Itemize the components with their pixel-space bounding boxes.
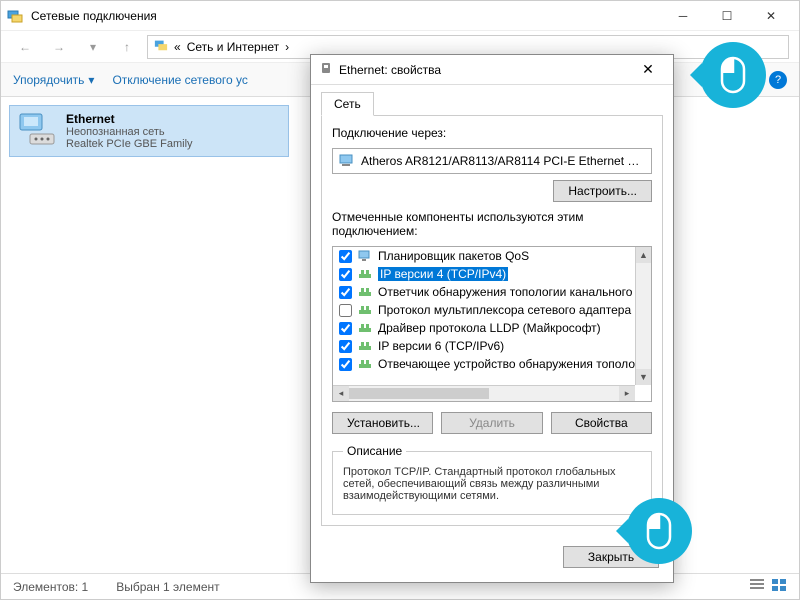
tab-network[interactable]: Сеть	[321, 92, 374, 116]
nav-back-button[interactable]: ←	[11, 35, 39, 59]
nic-adapter: Realtek PCIe GBE Family	[66, 138, 193, 150]
view-large-icon[interactable]	[771, 578, 787, 595]
component-label: Драйвер протокола LLDP (Майкрософт)	[378, 321, 601, 335]
breadcrumb-prefix: «	[174, 40, 181, 54]
nav-up-button[interactable]: ↑	[113, 35, 141, 59]
description-legend: Описание	[343, 444, 406, 458]
tab-strip: Сеть	[311, 85, 673, 115]
component-row[interactable]: IP версии 6 (TCP/IPv6)	[333, 337, 635, 355]
nav-forward-button[interactable]: →	[45, 35, 73, 59]
adapter-name: Atheros AR8121/AR8113/AR8114 PCI-E Ether…	[361, 154, 645, 168]
component-row[interactable]: IP версии 4 (TCP/IPv4)	[333, 265, 635, 283]
ethernet-properties-dialog: Ethernet: свойства ✕ Сеть Подключение че…	[310, 54, 674, 583]
ethernet-icon	[319, 61, 333, 78]
window-title: Сетевые подключения	[31, 9, 661, 23]
location-icon	[154, 38, 168, 55]
component-checkbox[interactable]	[339, 358, 352, 371]
component-row[interactable]: Планировщик пакетов QoS	[333, 247, 635, 265]
nav-history-button[interactable]: ▾	[79, 35, 107, 59]
component-label: Планировщик пакетов QoS	[378, 249, 529, 263]
component-checkbox[interactable]	[339, 340, 352, 353]
component-row[interactable]: Драйвер протокола LLDP (Майкрософт)	[333, 319, 635, 337]
nic-name: Ethernet	[66, 112, 193, 126]
hint-click-close-button	[626, 498, 692, 564]
protocol-icon	[358, 340, 372, 352]
component-label: IP версии 4 (TCP/IPv4)	[378, 267, 508, 281]
properties-button[interactable]: Свойства	[551, 412, 652, 434]
nic-status: Неопознанная сеть	[66, 126, 193, 138]
view-details-icon[interactable]	[749, 578, 765, 595]
titlebar: Сетевые подключения ─ ☐ ✕	[1, 1, 799, 31]
component-checkbox[interactable]	[339, 268, 352, 281]
scroll-left-icon[interactable]: ◂	[333, 386, 349, 401]
network-connections-icon	[7, 8, 23, 24]
protocol-icon	[358, 286, 372, 298]
organize-menu[interactable]: Упорядочить ▾	[13, 73, 94, 87]
nic-text: Ethernet Неопознанная сеть Realtek PCIe …	[66, 112, 193, 150]
protocol-icon	[358, 268, 372, 280]
components-label: Отмеченные компоненты используются этим …	[332, 210, 652, 238]
scroll-down-icon[interactable]: ▼	[636, 369, 651, 385]
component-checkbox[interactable]	[339, 250, 352, 263]
breadcrumb-sep: ›	[285, 40, 289, 54]
status-selected: Выбран 1 элемент	[116, 580, 219, 594]
horizontal-scrollbar[interactable]: ◂ ▸	[333, 385, 635, 401]
tab-pane-network: Подключение через: Atheros AR8121/AR8113…	[321, 115, 663, 526]
close-button[interactable]: ✕	[749, 2, 793, 30]
hint-click-close	[700, 42, 766, 108]
monitor-icon	[358, 250, 372, 262]
protocol-icon	[358, 322, 372, 334]
configure-button[interactable]: Настроить...	[553, 180, 652, 202]
minimize-button[interactable]: ─	[661, 2, 705, 30]
protocol-icon	[358, 304, 372, 316]
component-label: Протокол мультиплексора сетевого адаптер…	[378, 303, 652, 317]
dialog-titlebar: Ethernet: свойства ✕	[311, 55, 673, 85]
vertical-scrollbar[interactable]: ▲ ▼	[635, 247, 651, 385]
maximize-button[interactable]: ☐	[705, 2, 749, 30]
install-button[interactable]: Установить...	[332, 412, 433, 434]
dialog-title: Ethernet: свойства	[339, 63, 631, 77]
adapter-display: Atheros AR8121/AR8113/AR8114 PCI-E Ether…	[332, 148, 652, 174]
chevron-down-icon: ▾	[88, 73, 94, 87]
component-checkbox[interactable]	[339, 286, 352, 299]
scroll-right-icon[interactable]: ▸	[619, 386, 635, 401]
component-row[interactable]: Протокол мультиплексора сетевого адаптер…	[333, 301, 635, 319]
connect-via-label: Подключение через:	[332, 126, 652, 140]
uninstall-button: Удалить	[441, 412, 542, 434]
breadcrumb-item[interactable]: Сеть и Интернет	[187, 40, 279, 54]
disable-nic-button[interactable]: Отключение сетевого ус	[112, 73, 247, 87]
scroll-thumb[interactable]	[349, 388, 489, 399]
description-group: Описание Протокол TCP/IP. Стандартный пр…	[332, 444, 652, 515]
component-label: IP версии 6 (TCP/IPv6)	[378, 339, 504, 353]
adapter-icon	[339, 153, 355, 170]
help-button[interactable]: ?	[769, 71, 787, 89]
component-row[interactable]: Отвечающее устройство обнаружения тополо…	[333, 355, 635, 373]
dialog-close-button[interactable]: ✕	[631, 57, 665, 83]
scroll-up-icon[interactable]: ▲	[636, 247, 651, 263]
nic-icon	[18, 112, 58, 148]
description-text: Протокол TCP/IP. Стандартный протокол гл…	[343, 466, 641, 502]
component-row[interactable]: Ответчик обнаружения топологии канальног…	[333, 283, 635, 301]
component-label: Отвечающее устройство обнаружения тополо…	[378, 357, 652, 371]
component-checkbox[interactable]	[339, 322, 352, 335]
protocol-icon	[358, 358, 372, 370]
components-list: Планировщик пакетов QoS IP версии 4 (TCP/…	[332, 246, 652, 402]
status-count: Элементов: 1	[13, 580, 88, 594]
nic-item-ethernet[interactable]: Ethernet Неопознанная сеть Realtek PCIe …	[9, 105, 289, 157]
component-checkbox[interactable]	[339, 304, 352, 317]
component-label: Ответчик обнаружения топологии канальног…	[378, 285, 652, 299]
